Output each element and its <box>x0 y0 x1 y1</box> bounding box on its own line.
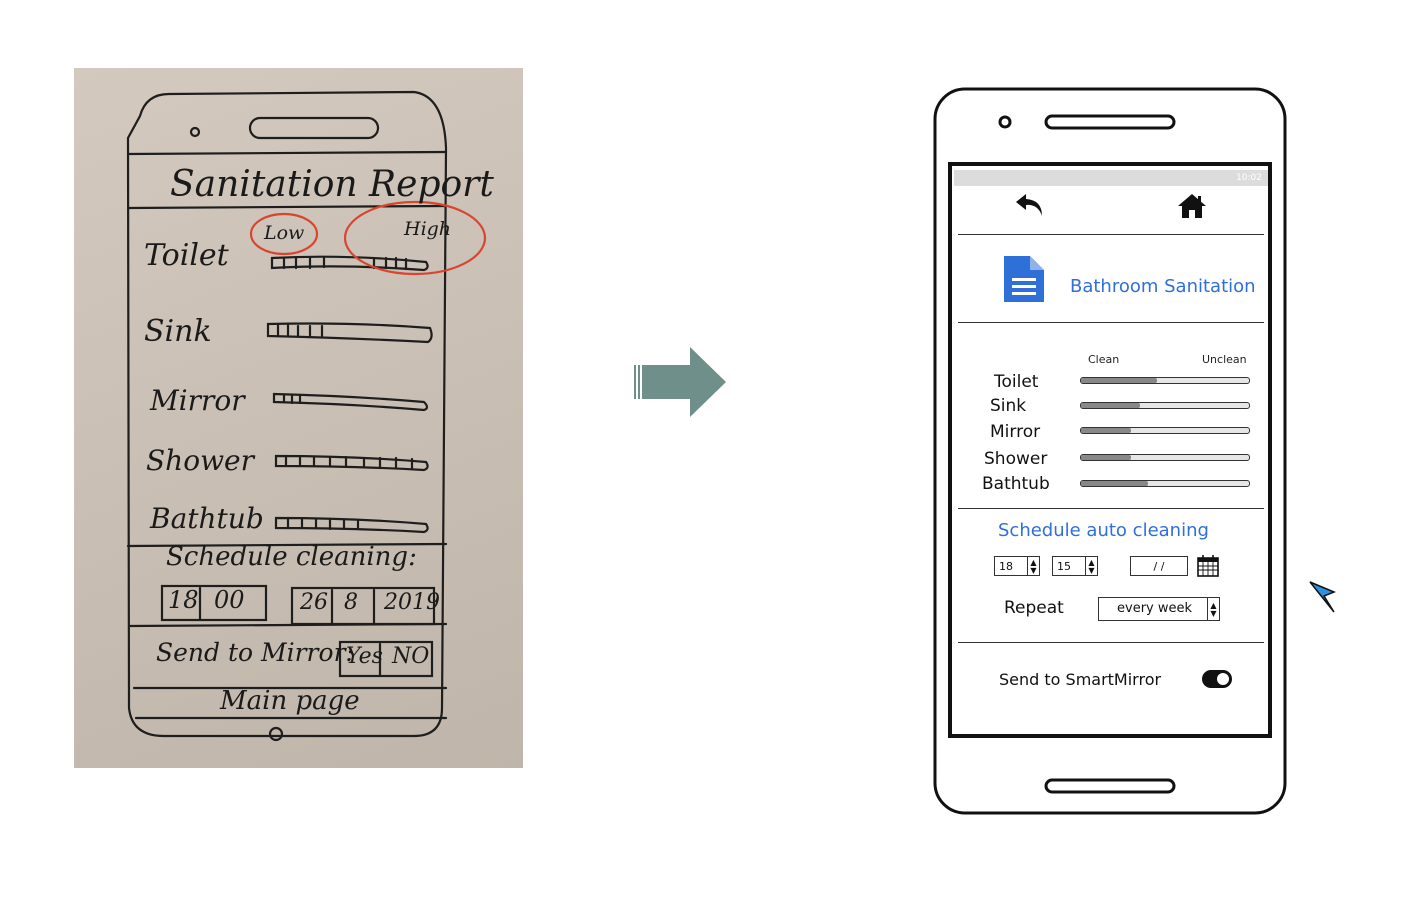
bar-fill <box>1081 481 1149 486</box>
minute-value: 15 <box>1057 560 1071 573</box>
status-bar: 10:02 <box>954 170 1268 186</box>
sketch-no-label: NO <box>392 644 430 669</box>
divider <box>958 322 1264 323</box>
sketch-item-sink: Sink <box>144 314 212 349</box>
date-field[interactable]: / / <box>1130 556 1188 576</box>
repeat-select[interactable]: every week ▲ ▼ <box>1098 597 1220 621</box>
arrow-right-icon <box>634 347 726 417</box>
sketch-yes-label: Yes <box>346 644 383 669</box>
bar-fill <box>1081 428 1132 433</box>
sketch-main-page-label: Main page <box>220 686 360 716</box>
repeat-label: Repeat <box>1004 598 1064 618</box>
back-icon[interactable] <box>1014 192 1048 220</box>
item-label-sink: Sink <box>990 396 1027 416</box>
status-time: 10:02 <box>1236 173 1262 183</box>
sketch-title: Sanitation Report <box>170 164 494 205</box>
calendar-icon[interactable] <box>1196 554 1220 578</box>
item-label-mirror: Mirror <box>990 422 1041 442</box>
toggle-knob <box>1217 673 1229 685</box>
home-icon[interactable] <box>1176 192 1208 220</box>
cleanliness-bar-bathtub <box>1080 480 1250 487</box>
scale-clean-label: Clean <box>1088 353 1120 366</box>
item-label-bathtub: Bathtub <box>982 474 1050 494</box>
document-icon <box>1004 256 1044 302</box>
sketch-item-mirror: Mirror <box>150 384 245 417</box>
sketch-date-day: 26 <box>300 590 328 615</box>
divider <box>958 508 1264 509</box>
cleanliness-bar-shower <box>1080 454 1250 461</box>
divider <box>958 642 1264 643</box>
sketch-item-toilet: Toilet <box>144 238 229 273</box>
phone-screen: 10:02 Bathroom Sanitation Clean Unclean … <box>954 170 1268 734</box>
repeat-value: every week <box>1117 601 1193 616</box>
sketch-time-hour: 18 <box>168 586 199 614</box>
sketch-date-year: 2019 <box>384 590 440 615</box>
hour-value: 18 <box>999 560 1013 573</box>
sketch-schedule-label: Schedule cleaning: <box>166 542 417 572</box>
hour-stepper[interactable]: 18 ▲ ▼ <box>994 556 1040 576</box>
minute-stepper[interactable]: 15 ▲ ▼ <box>1052 556 1098 576</box>
item-label-shower: Shower <box>984 449 1048 469</box>
bar-fill <box>1081 455 1132 460</box>
date-placeholder: / / <box>1153 560 1165 573</box>
sketch-scale-high: High <box>404 218 452 240</box>
stepper-arrows-icon[interactable]: ▲ ▼ <box>1027 557 1039 575</box>
scale-unclean-label: Unclean <box>1202 353 1247 366</box>
sketch-time-minute: 00 <box>214 586 245 614</box>
cleanliness-bar-sink <box>1080 402 1250 409</box>
schedule-title: Schedule auto cleaning <box>998 520 1209 541</box>
select-arrows-icon[interactable]: ▲ ▼ <box>1207 598 1219 620</box>
page-title: Bathroom Sanitation <box>1070 276 1256 297</box>
cleanliness-bar-mirror <box>1080 427 1250 434</box>
sketch-send-label: Send to Mirror: <box>156 638 354 667</box>
stepper-arrows-icon[interactable]: ▲ ▼ <box>1085 557 1097 575</box>
send-to-smartmirror-label: Send to SmartMirror <box>999 670 1162 689</box>
send-to-smartmirror-toggle[interactable] <box>1202 670 1232 688</box>
sketch-item-bathtub: Bathtub <box>150 502 264 535</box>
item-label-toilet: Toilet <box>994 372 1039 392</box>
divider <box>958 234 1264 235</box>
bar-fill <box>1081 403 1140 408</box>
cleanliness-bar-toilet <box>1080 377 1250 384</box>
cursor-icon <box>1309 581 1336 613</box>
sketch-scale-low: Low <box>264 222 305 244</box>
bar-fill <box>1081 378 1157 383</box>
sketch-item-shower: Shower <box>146 444 254 477</box>
sketch-date-month: 8 <box>344 590 358 615</box>
sketch-photo: Sanitation Report Low High Toilet Sink M… <box>74 68 523 768</box>
